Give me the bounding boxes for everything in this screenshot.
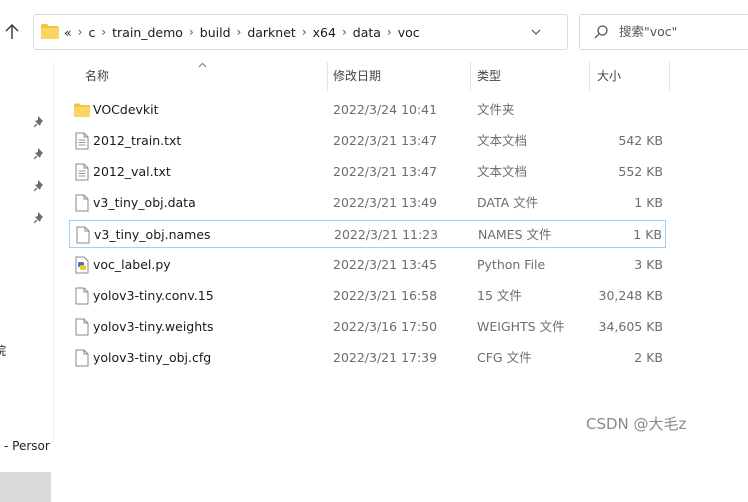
navigation-pane: 院 - Persor [0, 62, 53, 502]
chevron-right-icon[interactable]: › [78, 25, 83, 39]
breadcrumb: « › c › train_demo › build › darknet › x64 › data › v… [64, 15, 420, 49]
file-row[interactable]: VOCdevkit 2022/3/24 10:41 文件夹 [69, 96, 666, 124]
file-name: 2012_val.txt [93, 164, 171, 179]
breadcrumb-item[interactable]: data [353, 25, 381, 40]
chevron-right-icon[interactable]: › [237, 25, 242, 39]
file-name: yolov3-tiny.conv.15 [93, 288, 214, 303]
nav-selected-item[interactable] [0, 472, 51, 502]
chevron-right-icon[interactable]: › [302, 25, 307, 39]
column-divider[interactable] [669, 62, 670, 91]
address-bar[interactable]: « › c › train_demo › build › darknet › x64 › data › v… [33, 14, 591, 50]
file-modified-date: 2022/3/21 17:39 [333, 350, 438, 365]
file-modified-date: 2022/3/21 13:49 [333, 195, 438, 210]
file-row[interactable]: yolov3-tiny.conv.15 2022/3/21 16:58 15 文件 3… [69, 282, 666, 310]
search-icon [594, 25, 608, 39]
file-size: 34,605 KB [598, 319, 663, 334]
python-file-icon [74, 256, 90, 274]
file-type: Python File [477, 257, 546, 272]
chevron-right-icon[interactable]: › [189, 25, 194, 39]
nav-item-onedrive-partial[interactable]: - Persor [4, 439, 50, 453]
file-size: 30,248 KB [598, 288, 663, 303]
file-modified-date: 2022/3/24 10:41 [333, 102, 438, 117]
file-name: 2012_train.txt [93, 133, 182, 148]
sort-ascending-icon [198, 62, 207, 68]
breadcrumb-item[interactable]: train_demo [112, 25, 183, 40]
file-row[interactable]: v3_tiny_obj.names 2022/3/21 11:23 NAMES 文件… [69, 220, 666, 248]
file-modified-date: 2022/3/21 16:58 [333, 288, 438, 303]
pin-icon[interactable] [34, 179, 46, 193]
chevron-right-icon[interactable]: › [387, 25, 392, 39]
breadcrumb-item[interactable]: x64 [313, 25, 336, 40]
folder-icon [41, 24, 59, 39]
folder-icon [74, 101, 90, 119]
column-header-size[interactable]: 大小 [597, 62, 621, 91]
column-header-date[interactable]: 修改日期 [333, 62, 381, 91]
watermark: CSDN @大毛z [586, 415, 687, 433]
file-row[interactable]: yolov3-tiny_obj.cfg 2022/3/21 17:39 CFG 文件… [69, 344, 666, 372]
breadcrumb-overflow[interactable]: « [64, 25, 72, 40]
column-divider[interactable] [327, 62, 328, 91]
file-type: 15 文件 [477, 288, 522, 303]
file-size: 542 KB [618, 133, 663, 148]
pane-divider[interactable] [53, 62, 54, 442]
column-divider[interactable] [589, 62, 590, 91]
file-type: 文件夹 [477, 102, 515, 117]
file-icon [74, 194, 90, 212]
chevron-down-icon[interactable] [530, 26, 542, 38]
breadcrumb-item[interactable]: darknet [247, 25, 296, 40]
file-modified-date: 2022/3/21 13:47 [333, 164, 438, 179]
file-size: 552 KB [618, 164, 663, 179]
file-modified-date: 2022/3/21 13:45 [333, 257, 438, 272]
file-row[interactable]: 2012_val.txt 2022/3/21 13:47 文本文档 552 KB [69, 158, 666, 186]
file-row[interactable]: v3_tiny_obj.data 2022/3/21 13:49 DATA 文件 1 … [69, 189, 666, 217]
file-name: voc_label.py [93, 257, 171, 272]
chevron-right-icon[interactable]: › [101, 25, 106, 39]
file-name: v3_tiny_obj.data [93, 195, 196, 210]
file-icon [74, 349, 90, 367]
file-row[interactable]: 2012_train.txt 2022/3/21 13:47 文本文档 542 KB [69, 127, 666, 155]
file-icon [74, 287, 90, 305]
address-toolbar: « › c › train_demo › build › darknet › x64 › data › v… [0, 0, 748, 62]
file-size: 1 KB [634, 195, 663, 210]
file-modified-date: 2022/3/16 17:50 [333, 319, 438, 334]
file-size: 2 KB [634, 350, 663, 365]
file-type: WEIGHTS 文件 [477, 319, 565, 334]
column-header-name[interactable]: 名称 [85, 62, 109, 91]
pin-icon[interactable] [34, 115, 46, 129]
file-size: 1 KB [633, 227, 662, 242]
chevron-right-icon[interactable]: › [342, 25, 347, 39]
file-row[interactable]: voc_label.py 2022/3/21 13:45 Python File 3 … [69, 251, 666, 279]
file-type: 文本文档 [477, 164, 528, 179]
text-file-icon [74, 163, 90, 181]
file-type: DATA 文件 [477, 195, 539, 210]
file-icon [74, 318, 90, 336]
file-name: yolov3-tiny.weights [93, 319, 214, 334]
nav-item-partial[interactable]: 院 [0, 342, 6, 359]
breadcrumb-item[interactable]: voc [398, 25, 420, 40]
file-name: v3_tiny_obj.names [94, 227, 211, 242]
search-field[interactable]: 搜索"voc" [579, 14, 748, 50]
file-name: VOCdevkit [93, 102, 159, 117]
column-divider[interactable] [470, 62, 471, 91]
pin-icon[interactable] [34, 211, 46, 225]
breadcrumb-item[interactable]: c [88, 25, 95, 40]
up-arrow-icon[interactable] [2, 22, 22, 42]
file-modified-date: 2022/3/21 11:23 [334, 227, 439, 242]
text-file-icon [74, 132, 90, 150]
file-size: 3 KB [634, 257, 663, 272]
pin-icon[interactable] [34, 147, 46, 161]
column-header-type[interactable]: 类型 [477, 62, 501, 91]
file-type: 文本文档 [477, 133, 528, 148]
file-row[interactable]: yolov3-tiny.weights 2022/3/16 17:50 WEIGHT… [69, 313, 666, 341]
file-type: CFG 文件 [477, 350, 532, 365]
breadcrumb-item[interactable]: build [200, 25, 231, 40]
file-icon [75, 226, 91, 244]
search-placeholder: 搜索"voc" [619, 24, 678, 39]
file-modified-date: 2022/3/21 13:47 [333, 133, 438, 148]
file-type: NAMES 文件 [478, 227, 552, 242]
file-name: yolov3-tiny_obj.cfg [93, 350, 212, 365]
